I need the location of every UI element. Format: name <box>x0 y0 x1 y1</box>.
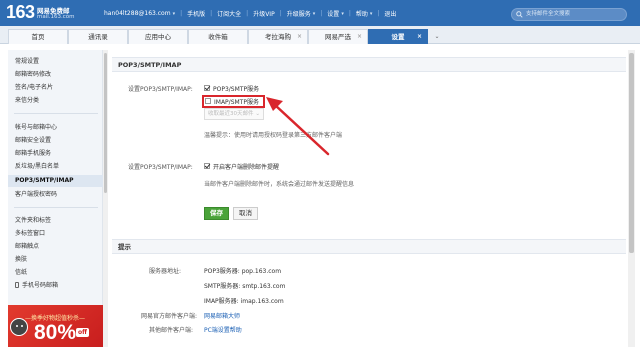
annotation-arrow <box>266 97 330 156</box>
